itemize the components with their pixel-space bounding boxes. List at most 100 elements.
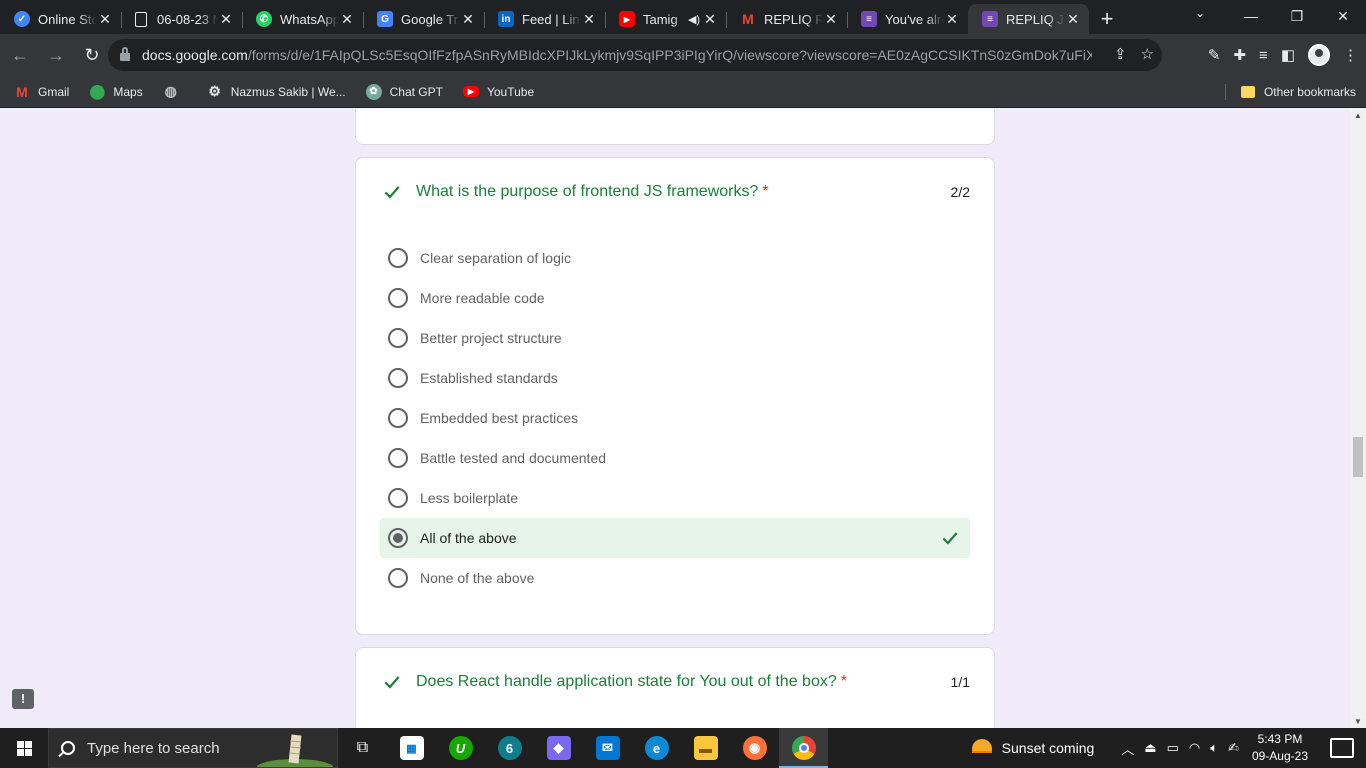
media-queue-icon[interactable]: ≡ <box>1259 47 1268 64</box>
upwork-icon[interactable]: U <box>436 728 485 768</box>
close-icon[interactable]: ✕ <box>823 11 839 28</box>
start-button[interactable] <box>0 728 48 768</box>
close-icon[interactable]: ✕ <box>1065 11 1081 28</box>
scroll-down-arrow-icon[interactable]: ▼ <box>1354 717 1362 726</box>
translate-icon: G <box>377 11 393 27</box>
bookmark-chatgpt[interactable]: ✿ Chat GPT <box>365 83 443 100</box>
tab-youtube[interactable]: ▶ Tamig ◀) ✕ <box>605 4 726 34</box>
gmail-icon: M <box>742 11 754 27</box>
address-bar[interactable]: docs.google.com/forms/d/e/1FAIpQLSc5EsqO… <box>108 39 1162 71</box>
tab-search-chevron-icon[interactable]: ⌄ <box>1195 6 1205 20</box>
chevron-up-icon[interactable]: ︿ <box>1121 739 1134 758</box>
bookmark-globe[interactable]: ◍ <box>163 83 187 100</box>
eyedropper-icon[interactable]: ✎ <box>1208 46 1221 64</box>
task-view-icon[interactable]: ⧉ <box>338 728 387 768</box>
maps-pin-icon: ⬤ <box>89 83 106 99</box>
correct-check-icon <box>384 676 400 689</box>
close-window-icon[interactable]: ✕ <box>1320 0 1366 32</box>
chatgpt-icon: ✿ <box>365 83 382 100</box>
volume-icon[interactable]: 🔈︎ <box>1210 740 1218 756</box>
option-label: All of the above <box>420 530 517 546</box>
taskbar-clock[interactable]: 5:43 PM 09-Aug-23 <box>1252 731 1308 765</box>
option-row: Better project structure <box>380 318 970 358</box>
close-icon[interactable]: ✕ <box>581 11 597 28</box>
share-icon[interactable]: ⇪ <box>1114 45 1127 63</box>
url-text[interactable]: docs.google.com/forms/d/e/1FAIpQLSc5EsqO… <box>142 47 1092 63</box>
tab-online-store[interactable]: ✓ Online Sto ✕ <box>0 4 121 34</box>
minimize-icon[interactable]: — <box>1228 0 1274 32</box>
new-tab-button[interactable]: + <box>1089 4 1125 34</box>
youtube-icon: ▶ <box>619 11 635 27</box>
puzzle-extensions-icon[interactable]: ✚ <box>1233 46 1246 64</box>
tab-gmail[interactable]: M REPLIQ Re ✕ <box>726 4 847 34</box>
bookmark-youtube[interactable]: ▶ YouTube <box>462 85 534 99</box>
bookmark-gmail[interactable]: M Gmail <box>14 84 69 100</box>
tab-linkedin[interactable]: in Feed | Link ✕ <box>484 4 605 34</box>
weather-widget[interactable]: Sunset coming <box>969 737 1094 759</box>
pen-icon[interactable]: ✍︎ <box>1228 740 1239 756</box>
profile-avatar[interactable] <box>1308 44 1330 66</box>
tab-google-translate[interactable]: G Google Tra ✕ <box>363 4 484 34</box>
close-icon[interactable]: ✕ <box>339 11 355 28</box>
question-title: What is the purpose of frontend JS frame… <box>416 183 951 201</box>
windows-taskbar: Type here to search ⧉ ▦ U 6 ◆ ✉ e ▬ ◉ Su… <box>0 728 1366 768</box>
battery-icon[interactable]: ▭ <box>1167 740 1179 756</box>
tab-forms-active[interactable]: ≡ REPLIQ Jr F ✕ <box>968 4 1089 34</box>
bookmark-maps[interactable]: ⬤ Maps <box>89 83 143 100</box>
edge-icon[interactable]: e <box>632 728 681 768</box>
tab-title: Online Sto <box>38 11 97 27</box>
bookmark-label: Nazmus Sakib | We... <box>230 84 346 99</box>
form-viewport: What is the purpose of frontend JS frame… <box>0 109 1350 728</box>
visual-studio-icon[interactable]: ◆ <box>534 728 583 768</box>
back-arrow-icon[interactable]: ← <box>4 39 36 71</box>
reload-icon[interactable]: ↻ <box>76 39 108 71</box>
extensions-area: ✎ ✚ ≡ ◧ ⋮ <box>1208 44 1358 66</box>
taskbar-search-box[interactable]: Type here to search <box>48 728 338 768</box>
option-label: Better project structure <box>420 330 562 346</box>
radio-button <box>388 488 408 508</box>
close-icon[interactable]: ✕ <box>460 11 476 28</box>
tab-title: WhatsApp <box>280 11 339 27</box>
windows-logo-icon <box>16 740 32 756</box>
chrome-icon[interactable] <box>779 728 828 768</box>
page-scrollbar[interactable]: ▲ ▼ <box>1350 109 1366 728</box>
bookmark-star-icon[interactable]: ☆ <box>1141 45 1154 63</box>
tab-forms-1[interactable]: ≡ You've alre ✕ <box>847 4 968 34</box>
whatsapp-icon: ✆ <box>256 11 272 27</box>
notification-center-icon[interactable] <box>1330 738 1354 758</box>
forward-arrow-icon[interactable]: → <box>40 39 72 71</box>
gear-logo-icon: ⚙ <box>208 83 221 99</box>
file-explorer-icon[interactable]: ▬ <box>681 728 730 768</box>
option-label: Less boilerplate <box>420 490 519 506</box>
sunset-icon <box>969 739 994 759</box>
wifi-icon[interactable]: ◠ <box>1189 740 1200 756</box>
speaker-icon[interactable]: ◀) <box>686 13 702 26</box>
firefox-icon[interactable]: ◉ <box>730 728 779 768</box>
app-6-icon[interactable]: 6 <box>485 728 534 768</box>
close-icon[interactable]: ✕ <box>97 11 113 28</box>
restore-icon[interactable]: ❐ <box>1274 0 1320 32</box>
usb-device-icon[interactable]: ⏏ <box>1144 740 1156 756</box>
close-icon[interactable]: ✕ <box>218 11 234 28</box>
question-title: Does React handle application state for … <box>416 673 951 691</box>
close-icon[interactable]: ✕ <box>702 11 718 28</box>
tab-document[interactable]: 06-08-23 N ✕ <box>121 4 242 34</box>
scroll-up-arrow-icon[interactable]: ▲ <box>1354 111 1362 120</box>
menu-kebab-icon[interactable]: ⋮ <box>1343 46 1358 64</box>
tab-title: 06-08-23 N <box>157 11 218 27</box>
side-panel-icon[interactable]: ◧ <box>1281 46 1295 64</box>
radio-button <box>388 328 408 348</box>
mail-icon[interactable]: ✉ <box>583 728 632 768</box>
close-icon[interactable]: ✕ <box>944 11 960 28</box>
other-bookmarks[interactable]: Other bookmarks <box>1240 85 1356 99</box>
tab-title: REPLIQ Jr F <box>1006 11 1065 27</box>
search-placeholder: Type here to search <box>87 739 220 757</box>
feedback-icon[interactable]: ! <box>12 689 34 709</box>
bookmark-nazmus-sakib[interactable]: ⚙ Nazmus Sakib | We... <box>207 83 346 100</box>
scrollbar-thumb[interactable] <box>1353 437 1363 477</box>
required-asterisk: * <box>840 673 847 690</box>
question-card: What is the purpose of frontend JS frame… <box>355 157 995 635</box>
previous-question-card <box>355 109 995 145</box>
tab-whatsapp[interactable]: ✆ WhatsApp ✕ <box>242 4 363 34</box>
microsoft-store-icon[interactable]: ▦ <box>387 728 436 768</box>
